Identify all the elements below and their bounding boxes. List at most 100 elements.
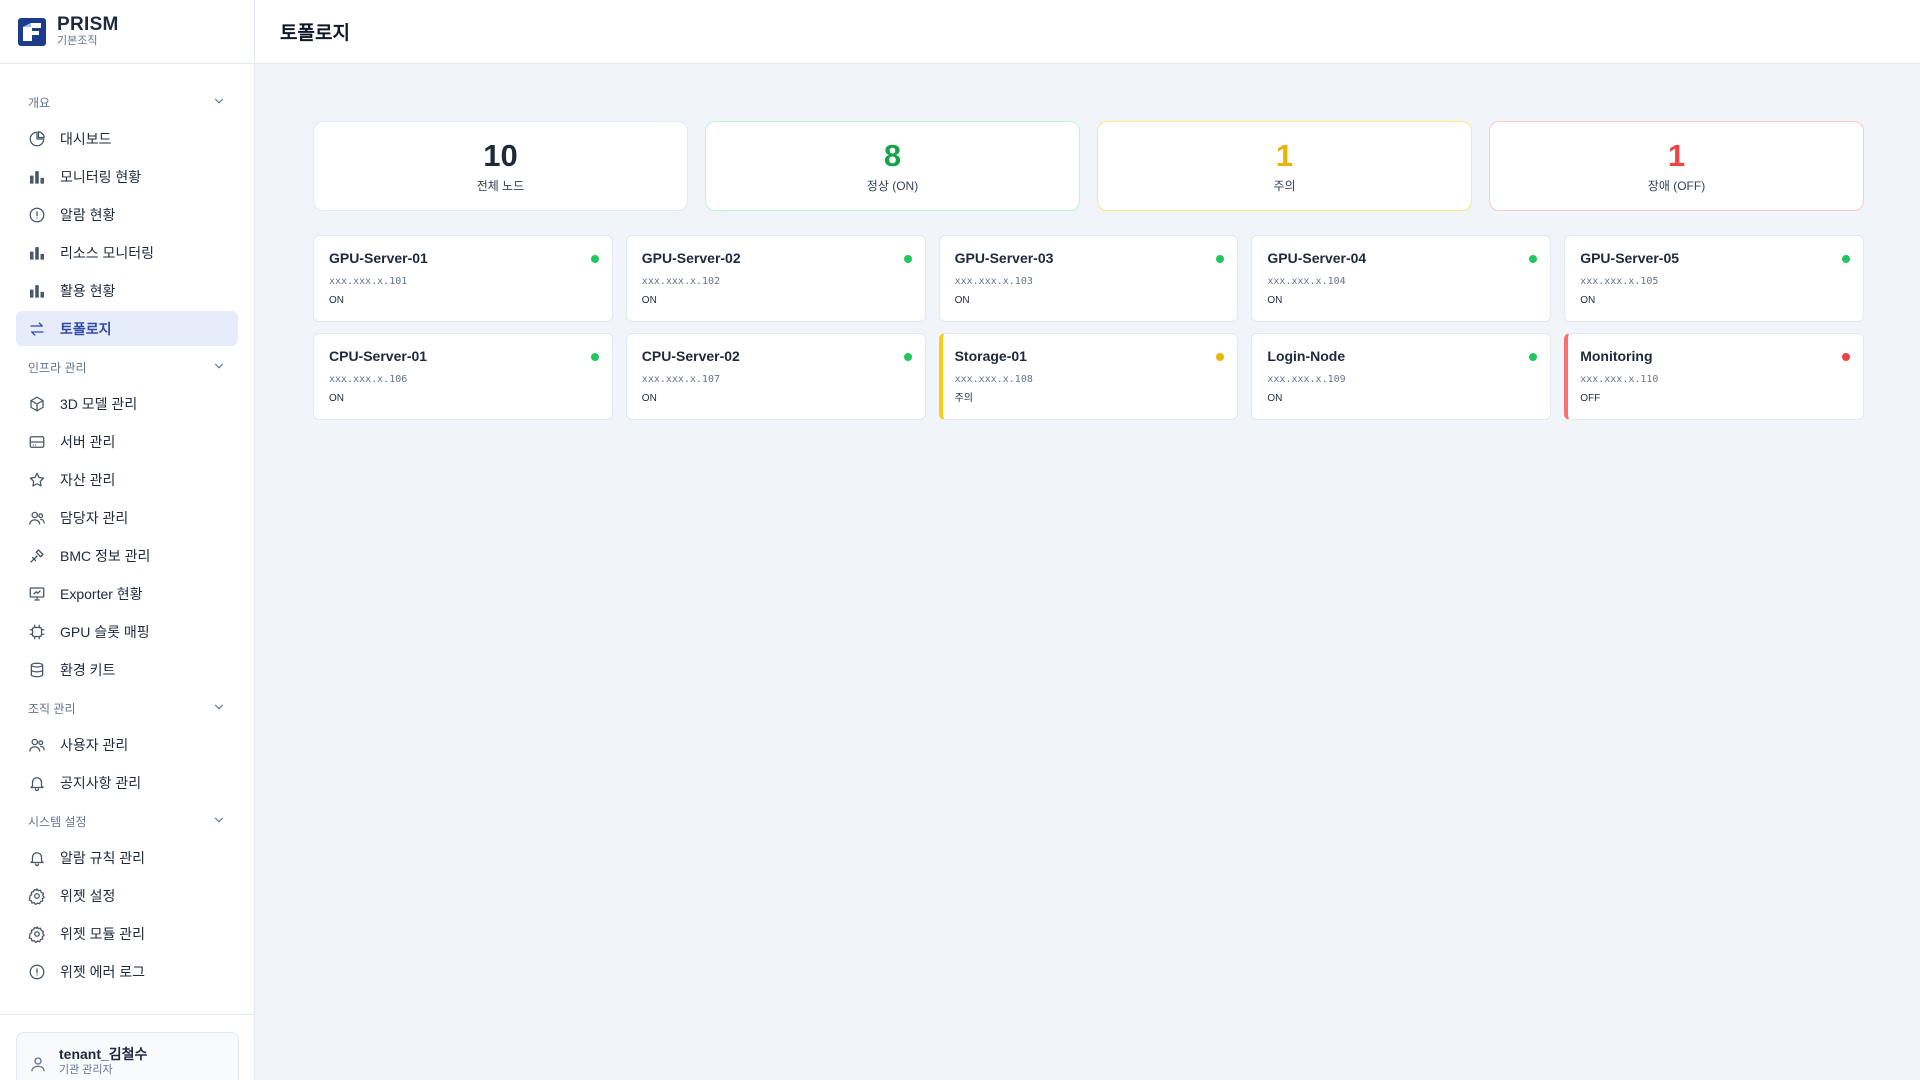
sidebar-item[interactable]: 사용자 관리: [16, 727, 238, 762]
summary-value: 1: [1275, 137, 1294, 173]
gear-icon: [28, 925, 46, 943]
sidebar-item-label: 서버 관리: [60, 433, 116, 450]
node-card[interactable]: Monitoring xxx.xxx.x.110 OFF: [1564, 333, 1864, 420]
summary-value: 8: [883, 137, 902, 173]
sidebar-item-label: Exporter 현황: [60, 585, 143, 602]
sidebar-section-header[interactable]: 조직 관리: [16, 696, 238, 720]
sidebar-item[interactable]: 위젯 설정: [16, 878, 238, 913]
sidebar-item[interactable]: 알람 현황: [16, 197, 238, 232]
sidebar-item-label: GPU 슬롯 매핑: [60, 623, 150, 640]
sidebar-item[interactable]: 자산 관리: [16, 462, 238, 497]
prism-logo-icon: [18, 17, 46, 46]
chevron-down-icon: [212, 94, 226, 111]
status-dot-icon: [1841, 255, 1850, 263]
status-dot-icon: [1841, 353, 1850, 361]
sidebar-item[interactable]: 대시보드: [16, 121, 238, 156]
summary-label: 정상 (ON): [866, 178, 919, 193]
node-card[interactable]: Storage-01 xxx.xxx.x.108 주의: [938, 333, 1239, 420]
alert-circle-icon: [28, 963, 46, 981]
summary-label: 전체 노드: [476, 178, 525, 193]
sidebar-item[interactable]: 서버 관리: [16, 424, 238, 459]
brand[interactable]: PRISM 기본조직: [0, 0, 254, 64]
node-ip: xxx.xxx.x.105: [1580, 276, 1659, 287]
sidebar-item-label: 알람 규칙 관리: [60, 849, 146, 866]
sidebar-section-title: 인프라 관리: [28, 360, 87, 375]
sidebar-item[interactable]: 위젯 에러 로그: [16, 954, 238, 989]
page-header: 토폴로지: [255, 0, 1920, 64]
sidebar-item[interactable]: GPU 슬롯 매핑: [16, 614, 238, 649]
node-name: Login-Node: [1267, 348, 1346, 364]
bar-chart-icon: [28, 244, 46, 262]
sidebar-item[interactable]: 3D 모델 관리: [16, 386, 238, 421]
star-icon: [28, 471, 46, 489]
node-name: CPU-Server-02: [641, 348, 740, 364]
sidebar-item[interactable]: 위젯 모듈 관리: [16, 916, 238, 951]
sidebar-item[interactable]: 환경 키트: [16, 652, 238, 687]
sidebar-item-label: 위젯 에러 로그: [60, 963, 146, 980]
summary-value: 1: [1667, 137, 1686, 173]
node-card[interactable]: GPU-Server-01 xxx.xxx.x.101 ON: [313, 235, 613, 322]
node-card[interactable]: GPU-Server-02 xxx.xxx.x.102 ON: [625, 235, 926, 322]
node-status: ON: [641, 295, 657, 306]
sidebar-item-label: 공지사항 관리: [60, 774, 142, 791]
node-name: GPU-Server-04: [1267, 250, 1367, 266]
sidebar-item-label: 모니터링 현황: [60, 168, 142, 185]
node-name: Storage-01: [954, 348, 1027, 364]
node-name: GPU-Server-03: [954, 250, 1054, 266]
user-role: 기관 관리자: [59, 1064, 113, 1076]
sidebar-item[interactable]: 담당자 관리: [16, 500, 238, 535]
sidebar-divider: [0, 1014, 255, 1015]
sidebar-item[interactable]: 모니터링 현황: [16, 159, 238, 194]
node-card[interactable]: CPU-Server-01 xxx.xxx.x.106 ON: [313, 333, 613, 420]
node-card[interactable]: GPU-Server-05 xxx.xxx.x.105 ON: [1564, 235, 1864, 322]
node-card[interactable]: Login-Node xxx.xxx.x.109 ON: [1251, 333, 1552, 420]
sidebar-item-label: 담당자 관리: [60, 509, 129, 526]
summary-label: 주의: [1273, 178, 1296, 193]
sidebar-item[interactable]: BMC 정보 관리: [16, 538, 238, 573]
summary-card-yellow: 1 주의: [1097, 121, 1472, 211]
sidebar-section-title: 시스템 설정: [28, 814, 87, 829]
node-card[interactable]: GPU-Server-04 xxx.xxx.x.104 ON: [1251, 235, 1552, 322]
user-card[interactable]: tenant_김철수 기관 관리자: [16, 1032, 239, 1080]
summary-card-total: 10 전체 노드: [313, 121, 688, 211]
brand-subtitle: 기본조직: [57, 35, 98, 47]
node-name: GPU-Server-02: [641, 250, 741, 266]
node-card[interactable]: GPU-Server-03 xxx.xxx.x.103 ON: [938, 235, 1239, 322]
sidebar-item[interactable]: 알람 규칙 관리: [16, 840, 238, 875]
node-ip: xxx.xxx.x.110: [1580, 374, 1659, 385]
node-ip: xxx.xxx.x.104: [1267, 276, 1346, 287]
tools-icon: [28, 547, 46, 565]
sidebar-item[interactable]: 토폴로지: [16, 311, 238, 346]
sidebar-section-header[interactable]: 인프라 관리: [16, 355, 238, 379]
sidebar-item-label: BMC 정보 관리: [60, 547, 151, 564]
chevron-down-icon: [212, 813, 226, 830]
sidebar-item-label: 알람 현황: [60, 206, 116, 223]
sidebar-item-label: 사용자 관리: [60, 736, 129, 753]
status-dot-icon: [590, 353, 599, 361]
node-status: ON: [329, 393, 344, 404]
sidebar-item[interactable]: 공지사항 관리: [16, 765, 238, 800]
sidebar-item[interactable]: 리소스 모니터링: [16, 235, 238, 270]
node-status: ON: [954, 295, 970, 306]
presentation-icon: [28, 585, 46, 603]
sidebar-item-label: 대시보드: [60, 130, 112, 147]
users-icon: [28, 509, 46, 527]
node-status: ON: [1267, 295, 1283, 306]
sidebar-item[interactable]: Exporter 현황: [16, 576, 238, 611]
status-dot-icon: [903, 255, 912, 263]
summary-label: 장애 (OFF): [1647, 178, 1706, 193]
sidebar-nav: 개요대시보드모니터링 현황알람 현황리소스 모니터링활용 현황 토폴로지인프라 관…: [0, 64, 254, 989]
status-dot-icon: [590, 255, 599, 263]
sidebar-section-header[interactable]: 시스템 설정: [16, 809, 238, 833]
alert-circle-icon: [28, 206, 46, 224]
sidebar-item-label: 리소스 모니터링: [60, 244, 155, 261]
chevron-down-icon: [212, 359, 226, 376]
summary-card-red: 1 장애 (OFF): [1489, 121, 1864, 211]
sidebar-section-header[interactable]: 개요: [16, 90, 238, 114]
users-icon: [28, 736, 46, 754]
node-name: GPU-Server-01: [329, 250, 428, 266]
sidebar-item[interactable]: 활용 현황: [16, 273, 238, 308]
node-card[interactable]: CPU-Server-02 xxx.xxx.x.107 ON: [625, 333, 926, 420]
chevron-down-icon: [212, 700, 226, 717]
node-status: ON: [1267, 393, 1283, 404]
